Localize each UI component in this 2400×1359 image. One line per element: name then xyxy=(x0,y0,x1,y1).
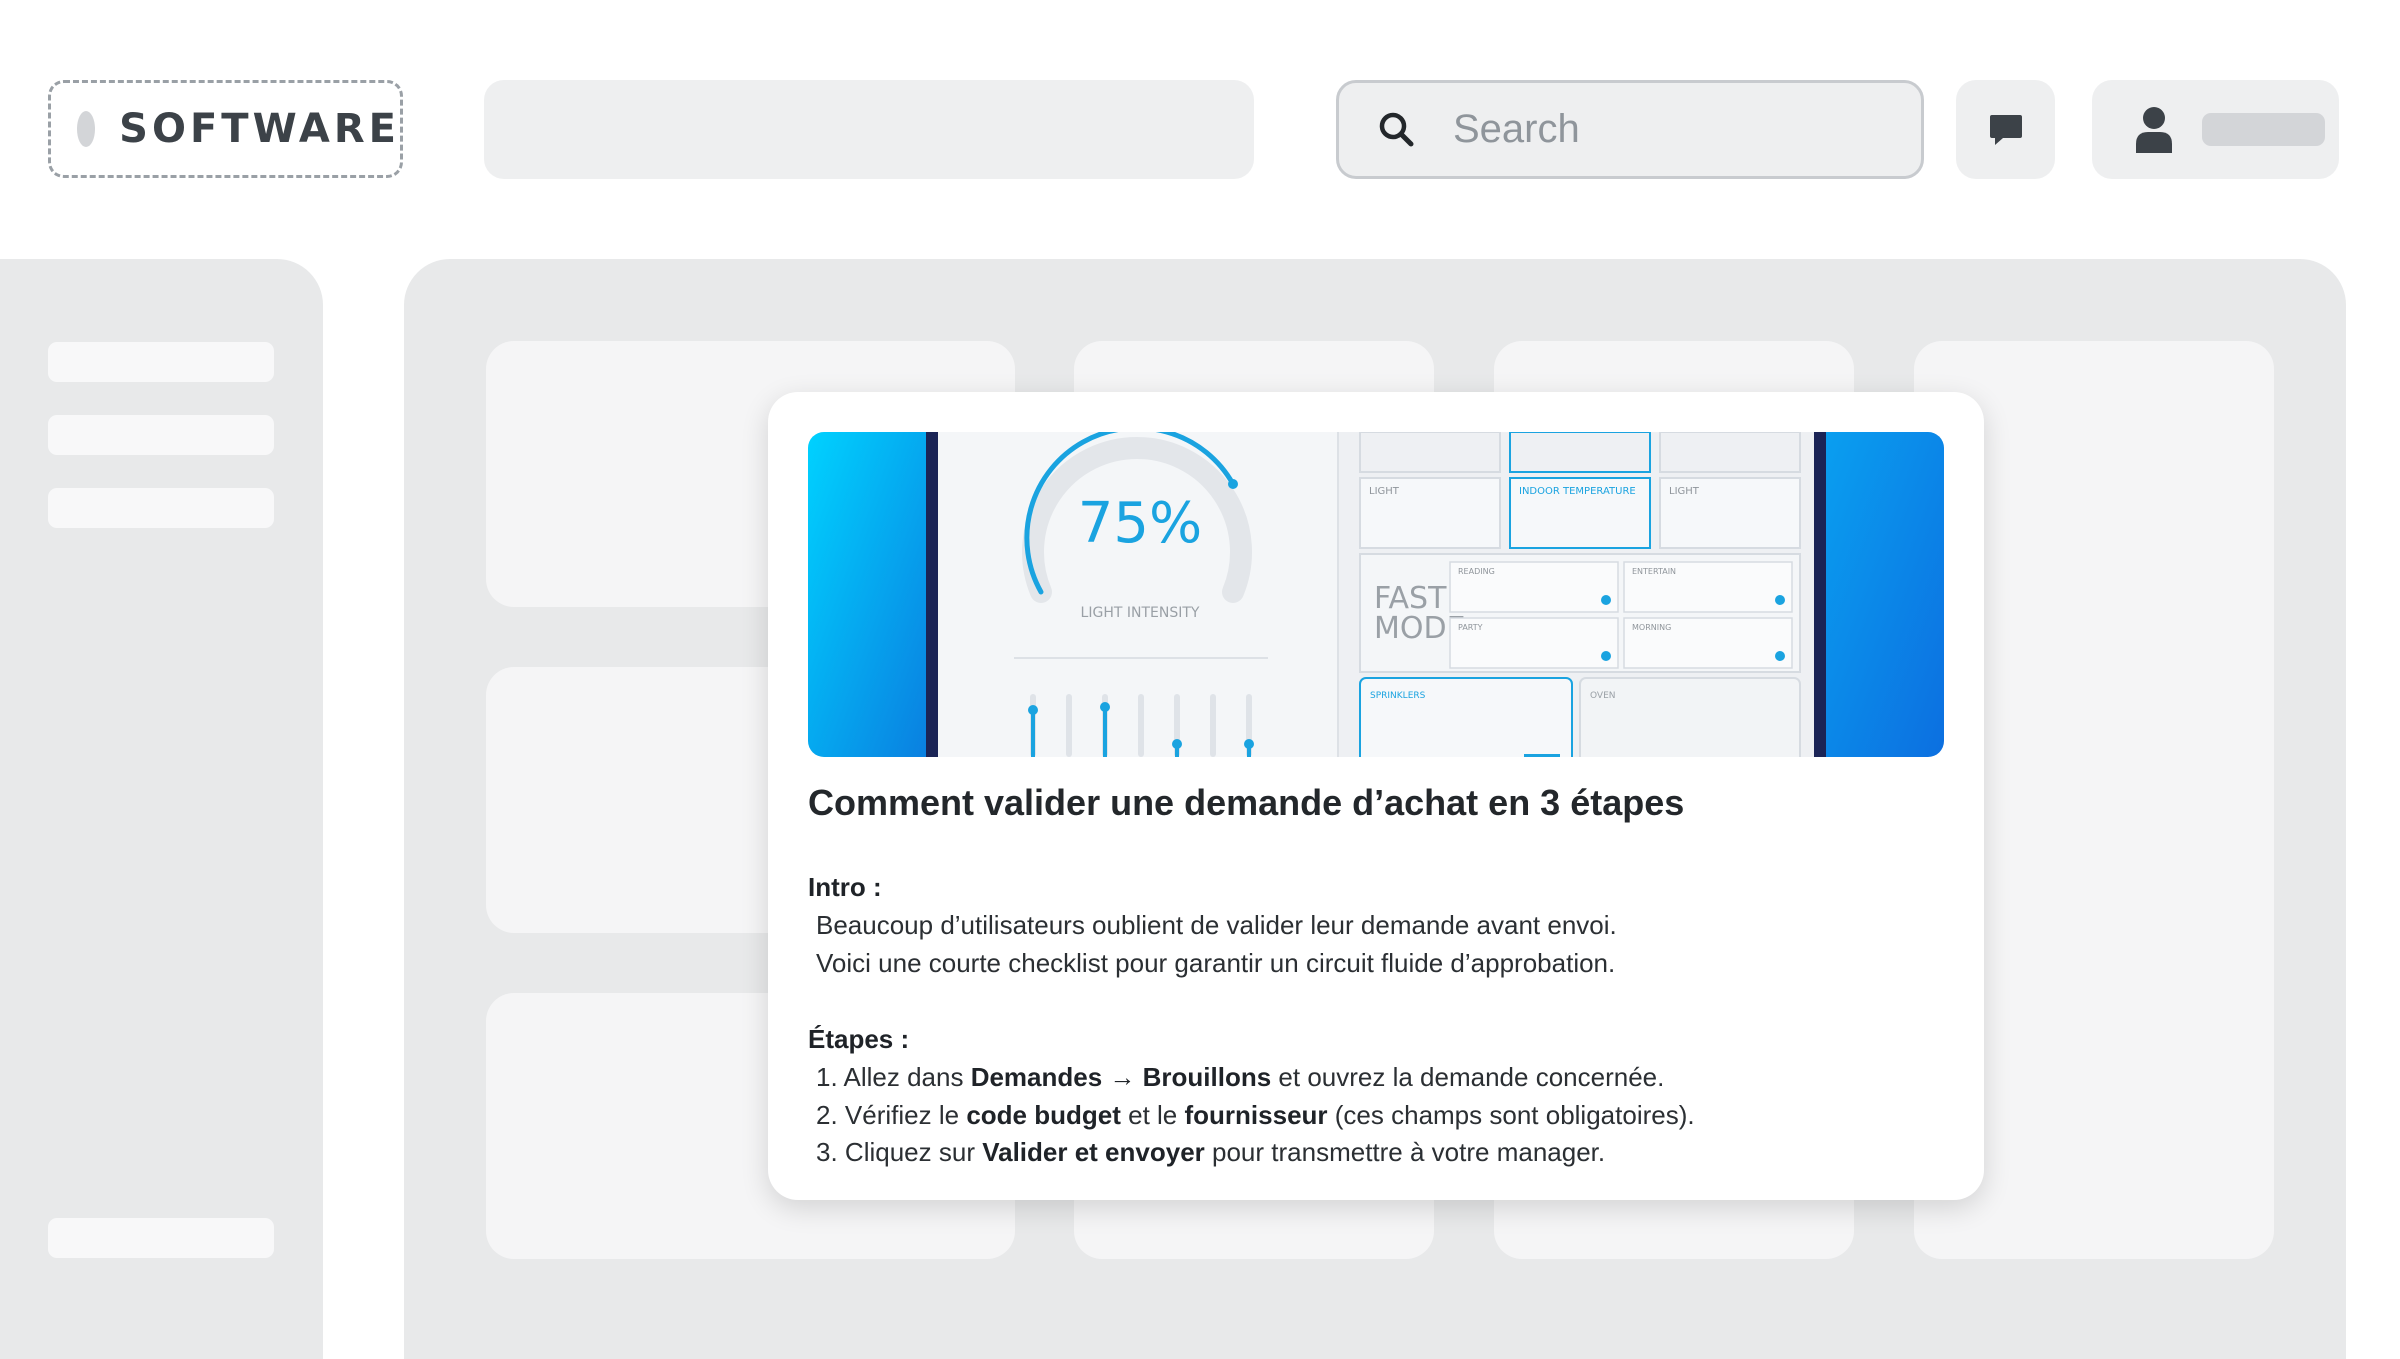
mode-party: PARTY xyxy=(1458,623,1483,632)
steps-label: Étapes : xyxy=(808,1024,910,1054)
chat-icon xyxy=(1989,114,2022,145)
tile-label-sprinklers: SPRINKLERS xyxy=(1370,691,1426,701)
help-article-modal: 75% LIGHT INTENSITY LIGHT INDOOR TEMPERA… xyxy=(768,392,1984,1200)
step-text: pour transmettre à votre manager. xyxy=(1212,1137,1606,1167)
logo[interactable]: SOFTWARE xyxy=(48,80,403,178)
sidebar-item[interactable] xyxy=(48,488,274,528)
topbar-placeholder xyxy=(484,80,1254,179)
step-item: 3. Cliquez sur Valider et envoyer pour t… xyxy=(816,1137,1605,1168)
step-bold: fournisseur xyxy=(1184,1100,1328,1130)
dashboard-illustration: 75% LIGHT INTENSITY LIGHT INDOOR TEMPERA… xyxy=(808,432,1944,757)
step-text: Allez dans xyxy=(843,1062,964,1092)
tile-label-light: LIGHT xyxy=(1669,486,1700,497)
search-icon xyxy=(1379,112,1414,146)
user-icon xyxy=(2136,106,2172,153)
user-menu-button[interactable] xyxy=(2092,80,2339,179)
user-name-placeholder xyxy=(2202,113,2325,146)
step-text: Cliquez sur xyxy=(844,1137,975,1167)
search-bar[interactable] xyxy=(1336,80,1924,179)
step-item: 1. Allez dans Demandes → Brouillons et o… xyxy=(816,1062,1664,1093)
logo-mark xyxy=(77,111,96,147)
step-text: (ces champs sont obligatoires). xyxy=(1334,1100,1695,1130)
tile-label-oven: OVEN xyxy=(1590,691,1616,701)
step-bold: Demandes → Brouillons xyxy=(970,1062,1272,1092)
step-item: 2. Vérifiez le code budget et le fournis… xyxy=(816,1100,1695,1131)
step-text: Vérifiez le xyxy=(844,1100,960,1130)
search-input[interactable] xyxy=(1451,106,1875,153)
step-text: et le xyxy=(1128,1100,1178,1130)
step-bold: code budget xyxy=(966,1100,1121,1130)
mode-morning: MORNING xyxy=(1632,623,1671,632)
intro-line: Voici une courte checklist pour garantir… xyxy=(816,948,1616,978)
tile-label-light: LIGHT xyxy=(1369,486,1400,497)
gauge-label: LIGHT INTENSITY xyxy=(1081,605,1200,621)
intro-line: Beaucoup d’utilisateurs oublient de vali… xyxy=(816,910,1617,940)
sidebar-item-bottom[interactable] xyxy=(48,1218,274,1258)
mode-reading: READING xyxy=(1458,567,1495,576)
hero-image: 75% LIGHT INTENSITY LIGHT INDOOR TEMPERA… xyxy=(808,432,1944,757)
sidebar-item[interactable] xyxy=(48,415,274,455)
step-number: 2. xyxy=(816,1100,838,1130)
mode-entertain: ENTERTAIN xyxy=(1632,567,1676,576)
article-title: Comment valider une demande d’achat en 3… xyxy=(808,782,1685,823)
step-number: 3. xyxy=(816,1137,838,1167)
step-text: et ouvrez la demande concernée. xyxy=(1278,1062,1665,1092)
logo-text: SOFTWARE xyxy=(119,106,400,152)
sidebar-item[interactable] xyxy=(48,342,274,382)
gauge-value: 75% xyxy=(1078,491,1202,556)
chat-button[interactable] xyxy=(1956,80,2055,179)
intro-label: Intro : xyxy=(808,872,882,902)
step-number: 1. xyxy=(816,1062,838,1092)
tile-label-indoor-temperature: INDOOR TEMPERATURE xyxy=(1519,486,1636,497)
step-bold: Valider et envoyer xyxy=(982,1137,1205,1167)
